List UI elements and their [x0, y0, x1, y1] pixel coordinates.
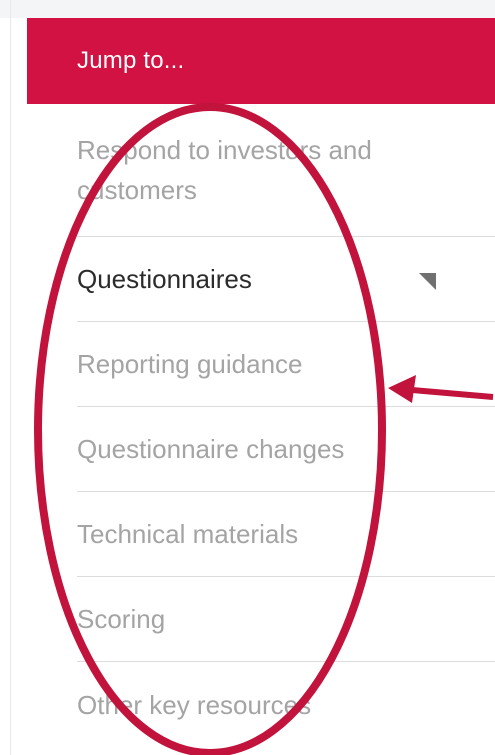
menu-item-respond[interactable]: Respond to investors and customers — [77, 104, 495, 237]
left-divider — [10, 0, 11, 755]
menu-item-label: Respond to investors and customers — [77, 135, 372, 205]
menu-item-label: Questionnaire changes — [77, 434, 345, 464]
caret-down-icon[interactable] — [419, 273, 436, 290]
menu-item-questionnaires[interactable]: Questionnaires — [77, 237, 495, 322]
top-strip — [0, 0, 495, 18]
menu-list: Respond to investors and customers Quest… — [27, 104, 495, 747]
menu-item-label: Questionnaires — [77, 264, 252, 294]
menu-item-questionnaire-changes[interactable]: Questionnaire changes — [77, 407, 495, 492]
menu-item-label: Other key resources — [77, 689, 312, 720]
jump-to-menu: Jump to... Respond to investors and cust… — [27, 18, 495, 747]
menu-item-scoring[interactable]: Scoring — [77, 577, 495, 662]
jump-to-header[interactable]: Jump to... — [27, 18, 495, 104]
menu-item-label: Scoring — [77, 604, 166, 634]
page: Jump to... Respond to investors and cust… — [0, 0, 495, 755]
menu-item-label: Technical materials — [77, 519, 299, 549]
menu-item-technical-materials[interactable]: Technical materials — [77, 492, 495, 577]
menu-item-other-key-resources[interactable]: Other key resources — [77, 662, 495, 747]
menu-item-reporting-guidance[interactable]: Reporting guidance — [77, 322, 495, 407]
menu-item-label: Reporting guidance — [77, 349, 303, 379]
jump-to-label: Jump to... — [77, 47, 185, 74]
